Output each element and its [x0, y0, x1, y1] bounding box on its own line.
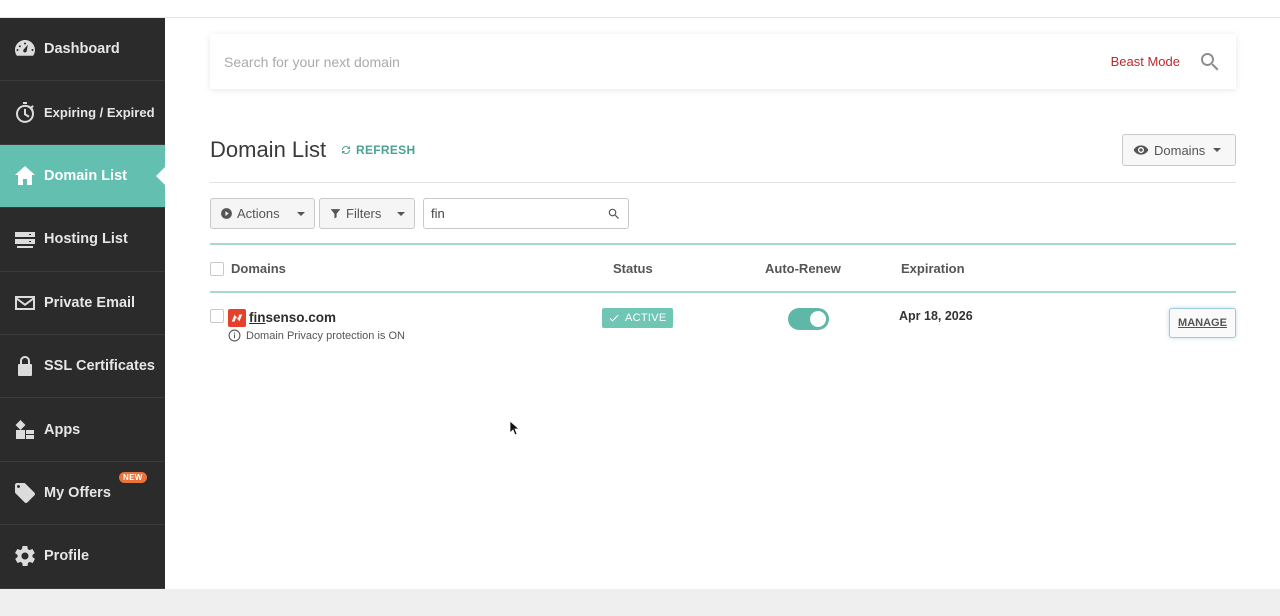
beast-mode-link[interactable]: Beast Mode	[1111, 54, 1180, 69]
page-title: Domain List	[210, 137, 327, 162]
filters-dropdown[interactable]: Filters	[319, 198, 415, 229]
column-header-expiration[interactable]: Expiration	[901, 261, 965, 276]
sidebar-item-my-offers[interactable]: My Offers NEW	[0, 462, 165, 526]
server-icon	[12, 226, 38, 252]
eye-icon	[1133, 145, 1149, 155]
sidebar-item-expiring-expired[interactable]: Expiring / Expired	[0, 81, 165, 145]
domain-search-bar: Beast Mode	[210, 34, 1236, 89]
apps-icon	[12, 417, 38, 443]
home-icon	[12, 163, 38, 189]
sidebar-item-domain-list[interactable]: Domain List	[0, 144, 166, 209]
sidebar-item-label: Private Email	[44, 294, 136, 311]
stopwatch-icon	[12, 100, 38, 126]
status-label: ACTIVE	[625, 312, 667, 324]
mouse-cursor-icon	[509, 420, 519, 436]
gear-icon	[12, 543, 38, 569]
refresh-icon	[342, 146, 350, 154]
table-top-border	[210, 243, 1236, 245]
gauge-icon	[12, 36, 38, 62]
chevron-down-icon	[297, 212, 305, 216]
view-select-label: Domains	[1154, 142, 1206, 158]
sidebar-item-label: Profile	[44, 548, 90, 565]
sidebar-item-label: Dashboard	[44, 41, 120, 58]
privacy-note: Domain Privacy protection is ON	[228, 329, 405, 342]
column-header-auto-renew[interactable]: Auto-Renew	[765, 261, 841, 276]
tag-icon	[12, 480, 38, 506]
domain-name-link[interactable]: finsenso.com	[249, 310, 336, 325]
domain-name-rest: senso.com	[265, 310, 337, 325]
domain-filter-field	[423, 198, 629, 229]
domain-match-highlight: fin	[249, 310, 266, 325]
filter-icon	[330, 209, 341, 219]
toggle-knob	[810, 311, 826, 327]
sidebar-item-label: Hosting List	[44, 231, 128, 248]
info-icon	[228, 329, 241, 342]
search-icon[interactable]	[1198, 50, 1222, 74]
new-badge: NEW	[119, 471, 147, 483]
sidebar-item-label: SSL Certificates	[44, 358, 155, 375]
divider	[210, 182, 1236, 183]
select-all-checkbox[interactable]	[210, 262, 224, 276]
top-header-strip	[0, 0, 1280, 18]
refresh-label: REFRESH	[356, 143, 416, 157]
column-header-domains[interactable]: Domains	[231, 261, 286, 276]
bottom-strip	[0, 589, 1280, 616]
chevron-down-icon	[397, 212, 405, 216]
sidebar-item-private-email[interactable]: Private Email	[0, 272, 165, 335]
envelope-icon	[12, 290, 38, 316]
actions-label: Actions	[237, 206, 280, 221]
domain-filter-input[interactable]	[431, 206, 607, 221]
sidebar-item-label: My Offers	[44, 484, 111, 501]
sidebar-item-label: Expiring / Expired	[44, 105, 155, 121]
sidebar-item-apps[interactable]: Apps	[0, 398, 165, 462]
view-select-dropdown[interactable]: Domains	[1122, 134, 1236, 166]
lock-icon	[12, 353, 38, 379]
sidebar: Dashboard Expiring / Expired Domain List…	[0, 18, 166, 589]
sidebar-item-label: Domain List	[44, 167, 127, 184]
sidebar-item-hosting-list[interactable]: Hosting List	[0, 208, 165, 272]
sidebar-item-profile[interactable]: Profile	[0, 525, 165, 589]
expiration-date: Apr 18, 2026	[899, 309, 973, 323]
row-checkbox[interactable]	[210, 309, 224, 323]
check-icon	[609, 314, 619, 322]
status-badge: ACTIVE	[602, 308, 673, 328]
sidebar-item-dashboard[interactable]: Dashboard	[0, 18, 165, 82]
filters-label: Filters	[346, 206, 382, 221]
domain-search-input[interactable]	[224, 53, 1111, 70]
domain-brand-icon	[228, 309, 246, 327]
refresh-button[interactable]: REFRESH	[340, 143, 415, 157]
sidebar-item-label: Apps	[44, 421, 81, 438]
actions-dropdown[interactable]: Actions	[210, 198, 315, 229]
privacy-note-text: Domain Privacy protection is ON	[246, 329, 405, 342]
sidebar-item-ssl-certificates[interactable]: SSL Certificates	[0, 335, 165, 399]
play-circle-icon	[221, 208, 232, 219]
column-header-status[interactable]: Status	[613, 261, 653, 276]
chevron-down-icon	[1213, 148, 1222, 152]
table-header-border	[210, 291, 1236, 293]
search-icon[interactable]	[607, 207, 621, 221]
auto-renew-toggle[interactable]	[788, 308, 829, 330]
manage-button[interactable]: MANAGE	[1169, 308, 1236, 338]
